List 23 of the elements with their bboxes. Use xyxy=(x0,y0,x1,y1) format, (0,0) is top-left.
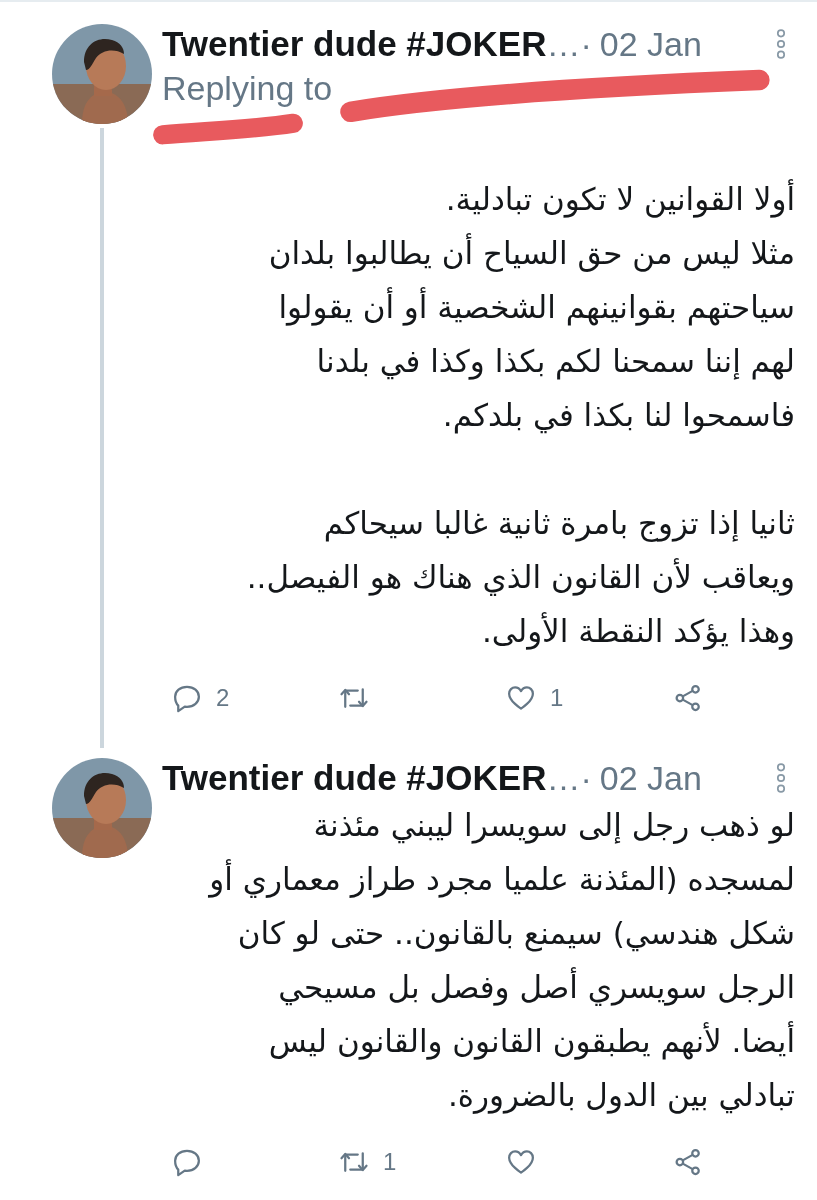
reply-icon[interactable] xyxy=(172,683,202,713)
reply-icon[interactable] xyxy=(172,1147,202,1177)
share-icon[interactable] xyxy=(673,683,703,713)
separator-dot: · xyxy=(580,758,592,798)
share-icon[interactable] xyxy=(673,1147,703,1177)
retweet-count: 1 xyxy=(383,1148,397,1176)
tweet-date[interactable]: 02 Jan xyxy=(599,24,702,64)
heart-icon[interactable] xyxy=(506,683,536,713)
separator-dot: · xyxy=(580,24,592,64)
truncation-mark: … xyxy=(546,758,581,798)
tweet-paragraph: لو ذهب رجل إلى سويسرا ليبني مئذنة لمسجده (المئذنة علميا مجرد طراز معماري أو شكل هندسي) سيمنع بالقانون.. حتى لو كان الرجل سويسري أصل وفصل بل مسيحي أيضا. لأنهم يطبقون القانون والقانون ليس تبادلي بين الدول بالضرورة. xyxy=(207,806,795,1116)
more-options-icon[interactable] xyxy=(775,28,787,60)
author-name[interactable]: Twentier dude #JOKER xyxy=(162,24,547,64)
tweet-paragraph: أولا القوانين لا تكون تبادلية. مثلا ليس من حق السياح أن يطالبوا بلدان سياحتهم بقوانينهم الشخصية أو أن يقولوا لهم إننا سمحنا لكم بكذا وكذا في بلدنا فاسمحوا لنا بكذا في بلدكم. xyxy=(267,178,795,436)
like-count: 1 xyxy=(550,684,564,712)
reply-count: 2 xyxy=(216,684,230,712)
truncation-mark: … xyxy=(546,24,581,64)
tweet-date[interactable]: 02 Jan xyxy=(599,758,702,798)
heart-icon[interactable] xyxy=(506,1147,536,1177)
replying-to-label: Replying to xyxy=(162,68,333,108)
author-name[interactable]: Twentier dude #JOKER xyxy=(162,758,547,798)
more-options-icon[interactable] xyxy=(775,762,787,794)
tweet-paragraph: ثانيا إذا تزوج بامرة ثانية غالبا سيحاكم ويعاقب لأن القانون الذي هناك هو الفيصل.. وهذا يؤكد النقطة الأولى. xyxy=(245,504,795,652)
